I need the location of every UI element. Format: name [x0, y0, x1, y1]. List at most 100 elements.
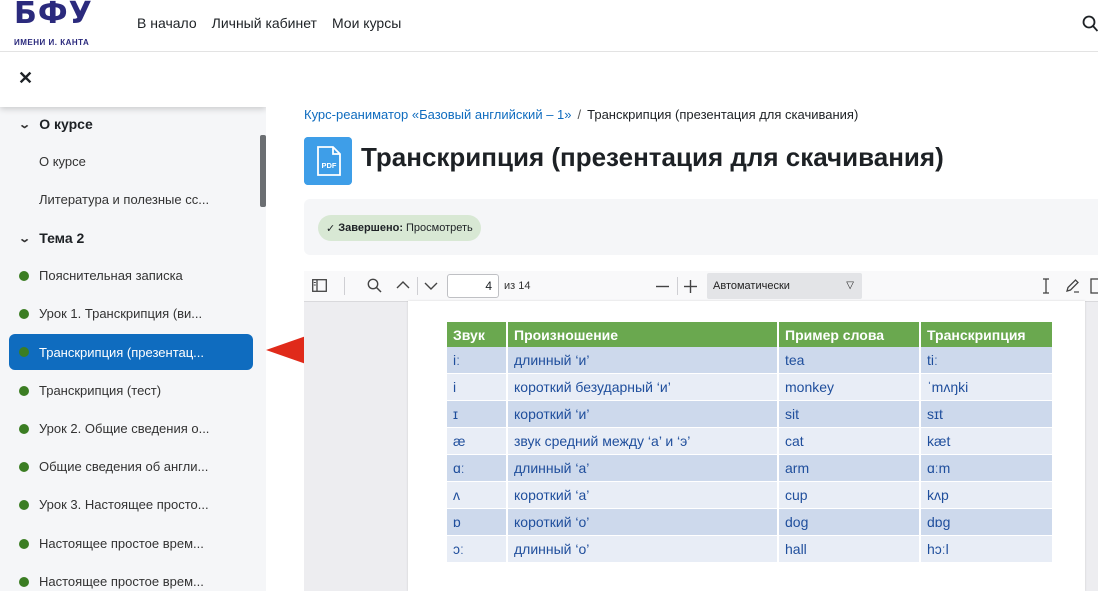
page-count: из 14 — [504, 280, 531, 292]
draw-pen-icon[interactable] — [1065, 278, 1080, 293]
table-cell: короткий ‘и’ — [507, 400, 779, 428]
column-header: Произношение — [507, 322, 779, 347]
text-select-icon[interactable] — [1041, 278, 1051, 294]
section-topic-2[interactable]: ⌄ Тема 2 — [18, 230, 85, 246]
table-cell: æ — [447, 427, 508, 455]
column-header: Транскрипция — [920, 322, 1054, 347]
table-cell: kʌp — [920, 481, 1054, 509]
table-cell: ˈmʌŋki — [920, 373, 1054, 401]
activity-label: Урок 3. Настоящее просто... — [39, 497, 209, 512]
completion-badge: ✓ Завершено: Просмотреть — [318, 215, 481, 241]
table-cell: ʌ — [447, 481, 508, 509]
completion-dot-icon — [19, 385, 29, 396]
zoom-out-icon[interactable] — [656, 285, 669, 288]
breadcrumb-separator: / — [577, 107, 582, 122]
table-cell: iː — [447, 347, 508, 374]
sidebar-activity[interactable]: Урок 2. Общие сведения о... — [19, 421, 209, 436]
sidebar-activity[interactable]: Общие сведения об англи... — [19, 459, 208, 474]
sidebar-activity[interactable]: Настоящее простое врем... — [19, 574, 204, 589]
close-drawer-icon[interactable]: ✕ — [18, 68, 33, 89]
pdf-page: Звук Произношение Пример слова Транскрип… — [408, 301, 1085, 591]
table-cell: длинный ‘и’ — [507, 347, 779, 374]
table-cell: cup — [778, 481, 921, 509]
table-cell: sɪt — [920, 400, 1054, 428]
pdf-toolbar: 4 из 14 Автоматически ▽ — [304, 271, 1098, 302]
drawer-header: ✕ — [0, 52, 266, 107]
zoom-select[interactable]: Автоматически ▽ — [707, 273, 862, 299]
zoom-in-icon[interactable] — [684, 280, 697, 293]
completion-dot-icon — [19, 499, 29, 510]
nav-my-courses-link[interactable]: Мои курсы — [332, 15, 401, 31]
zoom-value: Автоматически — [713, 280, 790, 292]
table-cell: hɔːl — [920, 535, 1054, 563]
table-cell: hall — [778, 535, 921, 563]
table-cell: dog — [778, 508, 921, 536]
table-row: ɑː длинный ‘а’ arm ɑːm — [447, 454, 1054, 482]
column-header: Звук — [447, 322, 508, 347]
table-cell: tea — [778, 347, 921, 374]
completion-dot-icon — [19, 308, 29, 319]
pdf-icon-label: PDF — [322, 161, 337, 170]
sidebar-item-literature[interactable]: Литература и полезные сс... — [39, 192, 209, 207]
sidebar-activity[interactable]: Урок 1. Транскрипция (ви... — [19, 306, 202, 321]
search-icon[interactable] — [1082, 15, 1098, 33]
top-navbar: БФУ ИМЕНИ И. КАНТА В начало Личный кабин… — [0, 0, 1098, 52]
table-cell: короткий ‘а’ — [507, 481, 779, 509]
sidebar-activity[interactable]: Пояснительная записка — [19, 268, 183, 283]
next-page-icon[interactable] — [424, 281, 438, 291]
nav-dashboard-link[interactable]: Личный кабинет — [212, 15, 317, 31]
table-cell: короткий безударный ‘и’ — [507, 373, 779, 401]
sidebar-activity-current[interactable]: Транскрипция (презентац... — [9, 334, 253, 370]
toolbar-divider — [417, 277, 418, 295]
pdf-viewer: 4 из 14 Автоматически ▽ Звук Произношени… — [304, 271, 1098, 591]
sidebar-item-about[interactable]: О курсе — [39, 154, 86, 169]
previous-page-icon[interactable] — [396, 280, 410, 290]
breadcrumb-course-link[interactable]: Курс-реаниматор «Базовый английский – 1» — [304, 107, 572, 122]
breadcrumb-current: Транскрипция (презентация для скачивания… — [587, 107, 859, 122]
find-icon[interactable] — [367, 278, 382, 293]
logo-mark: БФУ — [14, 0, 93, 31]
more-tools-icon[interactable] — [1090, 277, 1098, 295]
table-cell: ɪ — [447, 400, 508, 428]
table-row: ɔː длинный ‘о’ hall hɔːl — [447, 535, 1054, 563]
chevron-down-icon: ▽ — [846, 280, 854, 291]
table-cell: ɑːm — [920, 454, 1054, 482]
table-cell: ɑː — [447, 454, 508, 482]
site-logo[interactable]: БФУ ИМЕНИ И. КАНТА — [14, 0, 106, 50]
activity-label: Транскрипция (презентац... — [39, 344, 205, 360]
page-number-input[interactable]: 4 — [447, 274, 499, 298]
table-cell: длинный ‘а’ — [507, 454, 779, 482]
logo-subtitle: ИМЕНИ И. КАНТА — [14, 38, 90, 47]
table-cell: cat — [778, 427, 921, 455]
transcription-table: Звук Произношение Пример слова Транскрип… — [447, 322, 1054, 563]
completion-dot-icon — [19, 423, 29, 434]
sidebar-activity[interactable]: Транскрипция (тест) — [19, 383, 161, 398]
table-cell: короткий ‘о’ — [507, 508, 779, 536]
completion-dot-icon — [19, 270, 29, 281]
table-cell: i — [447, 373, 508, 401]
sidebar-toggle-icon[interactable] — [312, 279, 327, 292]
pdf-file-icon: PDF — [304, 137, 352, 185]
activity-label: Урок 1. Транскрипция (ви... — [39, 306, 203, 321]
drawer-scrollbar[interactable] — [260, 135, 266, 207]
activity-label: Урок 2. Общие сведения о... — [39, 421, 210, 436]
sidebar-activity[interactable]: Урок 3. Настоящее просто... — [19, 497, 209, 512]
course-index-drawer: ✕ ⌄ О курсе О курсе Литература и полезны… — [0, 52, 266, 591]
activity-label: Настоящее простое врем... — [39, 536, 204, 551]
table-cell: ɒ — [447, 508, 508, 536]
page-title: Транскрипция (презентация для скачивания… — [361, 142, 944, 172]
section-about[interactable]: ⌄ О курсе — [18, 116, 93, 132]
section-title: Тема 2 — [39, 230, 85, 246]
activity-label: Настоящее простое врем... — [39, 574, 204, 589]
activity-label: Транскрипция (тест) — [39, 383, 162, 398]
sidebar-activity[interactable]: Настоящее простое врем... — [19, 536, 204, 551]
nav-home-link[interactable]: В начало — [137, 15, 197, 31]
completion-dot-icon — [19, 347, 29, 357]
chevron-down-icon: ⌄ — [18, 118, 32, 131]
table-row: i короткий безударный ‘и’ monkey ˈmʌŋki — [447, 373, 1054, 401]
check-icon: ✓ — [326, 222, 336, 235]
table-cell: arm — [778, 454, 921, 482]
table-cell: dɒg — [920, 508, 1054, 536]
breadcrumb: Курс-реаниматор «Базовый английский – 1»… — [304, 107, 858, 122]
table-cell: kæt — [920, 427, 1054, 455]
